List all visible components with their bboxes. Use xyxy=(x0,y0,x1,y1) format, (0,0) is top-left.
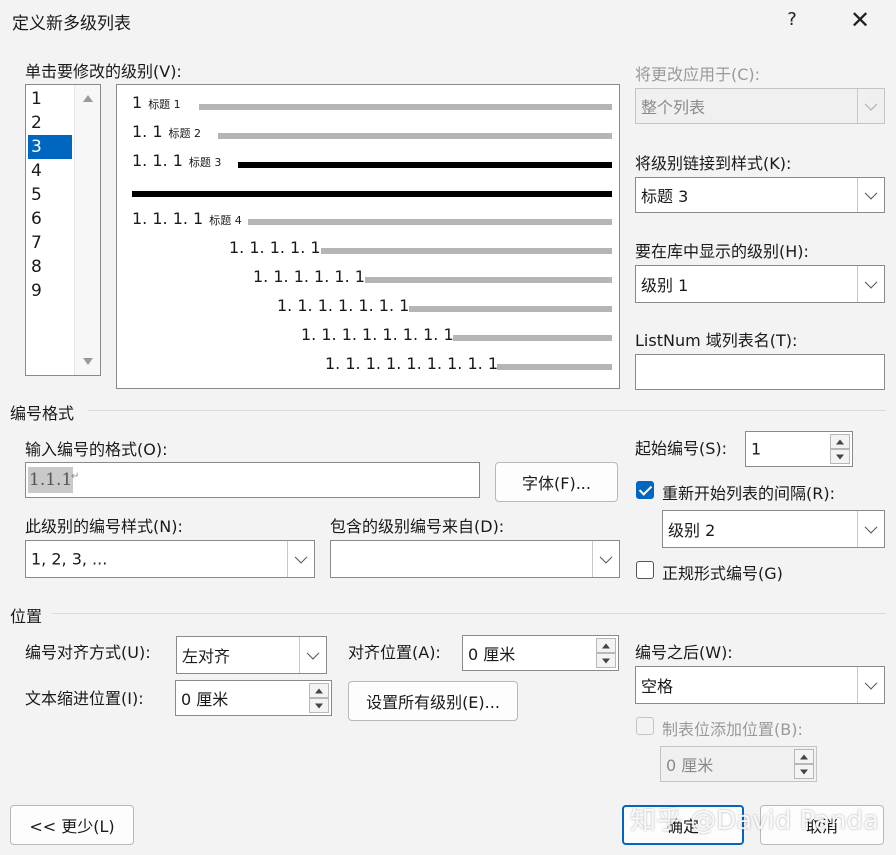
start-at-label: 起始编号(S): xyxy=(635,439,728,458)
position-section-title: 位置 xyxy=(10,607,43,626)
preview-line xyxy=(218,133,612,139)
level-list-scrollbar[interactable] xyxy=(74,85,100,375)
preview-line xyxy=(321,248,612,254)
follow-number-label: 编号之后(W): xyxy=(635,643,733,662)
follow-number-dropdown[interactable]: 空格 xyxy=(635,666,885,704)
chevron-down-icon xyxy=(857,266,884,302)
preview-row: 1 标题 1 xyxy=(132,93,181,112)
dialog-title: 定义新多级列表 xyxy=(12,14,131,34)
chevron-down-icon xyxy=(592,541,619,577)
tab-stop-spinner[interactable]: 0 厘米 xyxy=(660,746,817,782)
number-style-dropdown[interactable]: 1, 2, 3, ... xyxy=(25,540,315,578)
preview-row: 1. 1. 1. 1. 1. 1 xyxy=(253,267,365,286)
help-button[interactable]: ? xyxy=(774,6,810,34)
preview-row: 1. 1. 1. 1. 1. 1. 1. 1. 1 xyxy=(325,354,498,373)
listnum-label: ListNum 域列表名(T): xyxy=(635,331,798,350)
preview-row: 1. 1. 1. 1 标题 4 xyxy=(132,209,242,228)
number-style-label: 此级别的编号样式(N): xyxy=(25,517,183,536)
restart-label: 重新开始列表的间隔(R): xyxy=(662,484,835,503)
spin-up-icon[interactable] xyxy=(309,683,329,698)
spin-down-icon[interactable] xyxy=(309,698,329,713)
scroll-up-icon[interactable] xyxy=(83,95,93,102)
include-level-dropdown[interactable] xyxy=(330,540,620,578)
level-item-selected[interactable]: 3 xyxy=(28,135,72,159)
level-item[interactable]: 8 xyxy=(28,255,72,279)
preview-line xyxy=(497,364,612,370)
include-level-label: 包含的级别编号来自(D): xyxy=(330,517,505,536)
close-button[interactable]: ✕ xyxy=(842,6,878,34)
preview-line xyxy=(409,306,612,312)
level-item[interactable]: 6 xyxy=(28,207,72,231)
preview-line-selected xyxy=(132,191,612,197)
less-button[interactable]: << 更少(L) xyxy=(10,805,134,845)
restart-checkbox[interactable] xyxy=(636,481,654,499)
level-item[interactable]: 5 xyxy=(28,183,72,207)
ok-button[interactable]: 确定 xyxy=(622,805,744,845)
close-icon: ✕ xyxy=(849,6,871,34)
spin-up-icon[interactable] xyxy=(794,749,814,764)
indent-label: 文本缩进位置(I): xyxy=(25,689,144,708)
preview-line xyxy=(453,335,612,341)
chevron-down-icon xyxy=(857,89,884,123)
preview-row: 1. 1. 1. 1. 1 xyxy=(229,238,321,257)
preview-line xyxy=(365,277,612,283)
spin-up-icon[interactable] xyxy=(830,434,850,449)
chevron-down-icon xyxy=(287,541,314,577)
level-item[interactable]: 2 xyxy=(28,111,72,135)
level-list-label: 单击要修改的级别(V): xyxy=(25,62,182,81)
chevron-down-icon xyxy=(857,178,884,212)
spin-down-icon[interactable] xyxy=(830,449,850,464)
legal-numbering-checkbox[interactable] xyxy=(636,561,654,579)
list-preview: 1 标题 1 1. 1 标题 2 1. 1. 1 标题 3 1. 1. 1. 1 标题 … xyxy=(116,84,620,389)
font-button[interactable]: 字体(F)... xyxy=(495,462,618,502)
level-item[interactable]: 1 xyxy=(28,87,72,111)
legal-numbering-label: 正规形式编号(G) xyxy=(662,564,783,583)
listnum-input[interactable] xyxy=(635,354,885,390)
link-style-dropdown[interactable]: 标题 3 xyxy=(635,177,885,213)
paragraph-mark-icon: ↵ xyxy=(71,471,80,482)
preview-row: 1. 1 标题 2 xyxy=(132,122,202,141)
scroll-down-icon[interactable] xyxy=(83,358,93,365)
start-at-spinner[interactable]: 1 xyxy=(745,431,853,467)
spin-up-icon[interactable] xyxy=(596,638,616,653)
preview-row: 1. 1. 1. 1. 1. 1. 1. 1 xyxy=(301,325,454,344)
restart-level-dropdown[interactable]: 级别 2 xyxy=(662,510,885,548)
chevron-down-icon xyxy=(857,511,884,547)
apply-to-label: 将更改应用于(C): xyxy=(635,65,761,84)
gallery-level-label: 要在库中显示的级别(H): xyxy=(635,242,809,261)
align-at-label: 对齐位置(A): xyxy=(348,643,441,662)
level-item[interactable]: 9 xyxy=(28,279,72,303)
section-divider xyxy=(52,613,886,614)
align-at-spinner[interactable]: 0 厘米 xyxy=(462,635,619,671)
section-divider xyxy=(88,410,886,411)
format-value: 1.1.1 xyxy=(28,467,74,493)
spin-down-icon[interactable] xyxy=(794,764,814,779)
format-label: 输入编号的格式(O): xyxy=(25,440,168,459)
number-format-section-title: 编号格式 xyxy=(10,404,75,423)
preview-row-selected: 1. 1. 1 标题 3 xyxy=(132,151,222,170)
number-format-input[interactable]: 1.1.1 ↵ xyxy=(25,462,480,498)
link-style-label: 将级别链接到样式(K): xyxy=(635,154,792,173)
align-dropdown[interactable]: 左对齐 xyxy=(176,636,327,674)
cancel-button[interactable]: 取消 xyxy=(760,805,884,845)
chevron-down-icon xyxy=(857,667,884,703)
spin-down-icon[interactable] xyxy=(596,653,616,668)
preview-line-selected xyxy=(238,162,612,168)
set-all-levels-button[interactable]: 设置所有级别(E)... xyxy=(348,681,518,721)
gallery-level-dropdown[interactable]: 级别 1 xyxy=(635,265,885,303)
preview-line xyxy=(199,104,612,110)
preview-line xyxy=(248,219,612,225)
preview-row: 1. 1. 1. 1. 1. 1. 1 xyxy=(277,296,410,315)
apply-to-dropdown[interactable]: 整个列表 xyxy=(635,88,885,124)
level-list[interactable]: 1 2 3 4 5 6 7 8 9 xyxy=(25,84,101,376)
level-item[interactable]: 4 xyxy=(28,159,72,183)
indent-spinner[interactable]: 0 厘米 xyxy=(175,680,332,716)
align-label: 编号对齐方式(U): xyxy=(25,643,151,662)
level-item[interactable]: 7 xyxy=(28,231,72,255)
tab-stop-label: 制表位添加位置(B): xyxy=(662,720,803,739)
chevron-down-icon xyxy=(299,637,326,673)
tab-stop-checkbox[interactable] xyxy=(636,717,654,735)
